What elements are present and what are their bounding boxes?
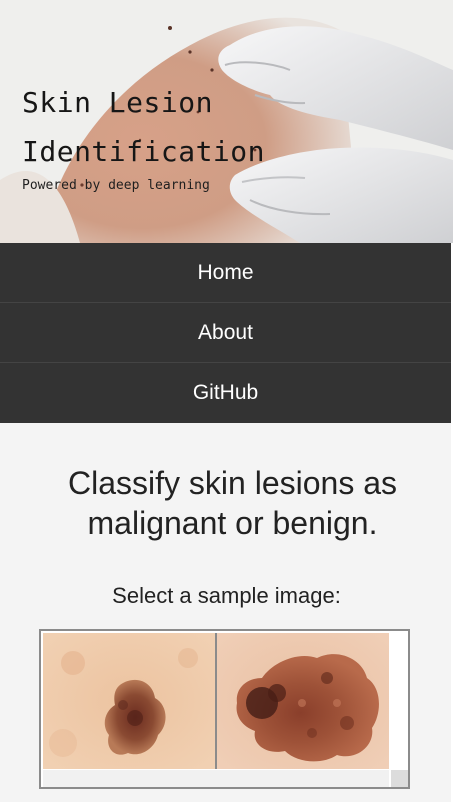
sample-image-2[interactable] (217, 633, 389, 769)
gallery-vertical-scroll-area (391, 631, 408, 770)
nav-item-home[interactable]: Home (0, 243, 451, 303)
sample-image-1[interactable] (43, 633, 217, 769)
site-title-line-1: Skin Lesion (22, 86, 213, 119)
page-headline: Classify skin lesions as malignant or be… (68, 465, 397, 541)
main-navigation: Home About GitHub (0, 243, 453, 423)
lesion-image-1 (43, 633, 215, 769)
sample-image-gallery[interactable] (39, 629, 410, 789)
gallery-scroll-corner (391, 770, 408, 787)
nav-item-about[interactable]: About (0, 303, 451, 363)
sample-select-label: Select a sample image: (112, 583, 341, 608)
gallery-horizontal-scrollbar[interactable] (43, 770, 389, 787)
lesion-image-2 (217, 633, 389, 769)
site-title: Skin Lesion Identification (22, 78, 265, 176)
site-subtitle: Powered by deep learning (22, 178, 210, 193)
nav-item-github[interactable]: GitHub (0, 363, 451, 423)
hero-banner: Skin Lesion Identification Powered by de… (0, 0, 453, 243)
site-title-line-2: Identification (22, 135, 266, 168)
main-content: Classify skin lesions as malignant or be… (0, 423, 453, 802)
